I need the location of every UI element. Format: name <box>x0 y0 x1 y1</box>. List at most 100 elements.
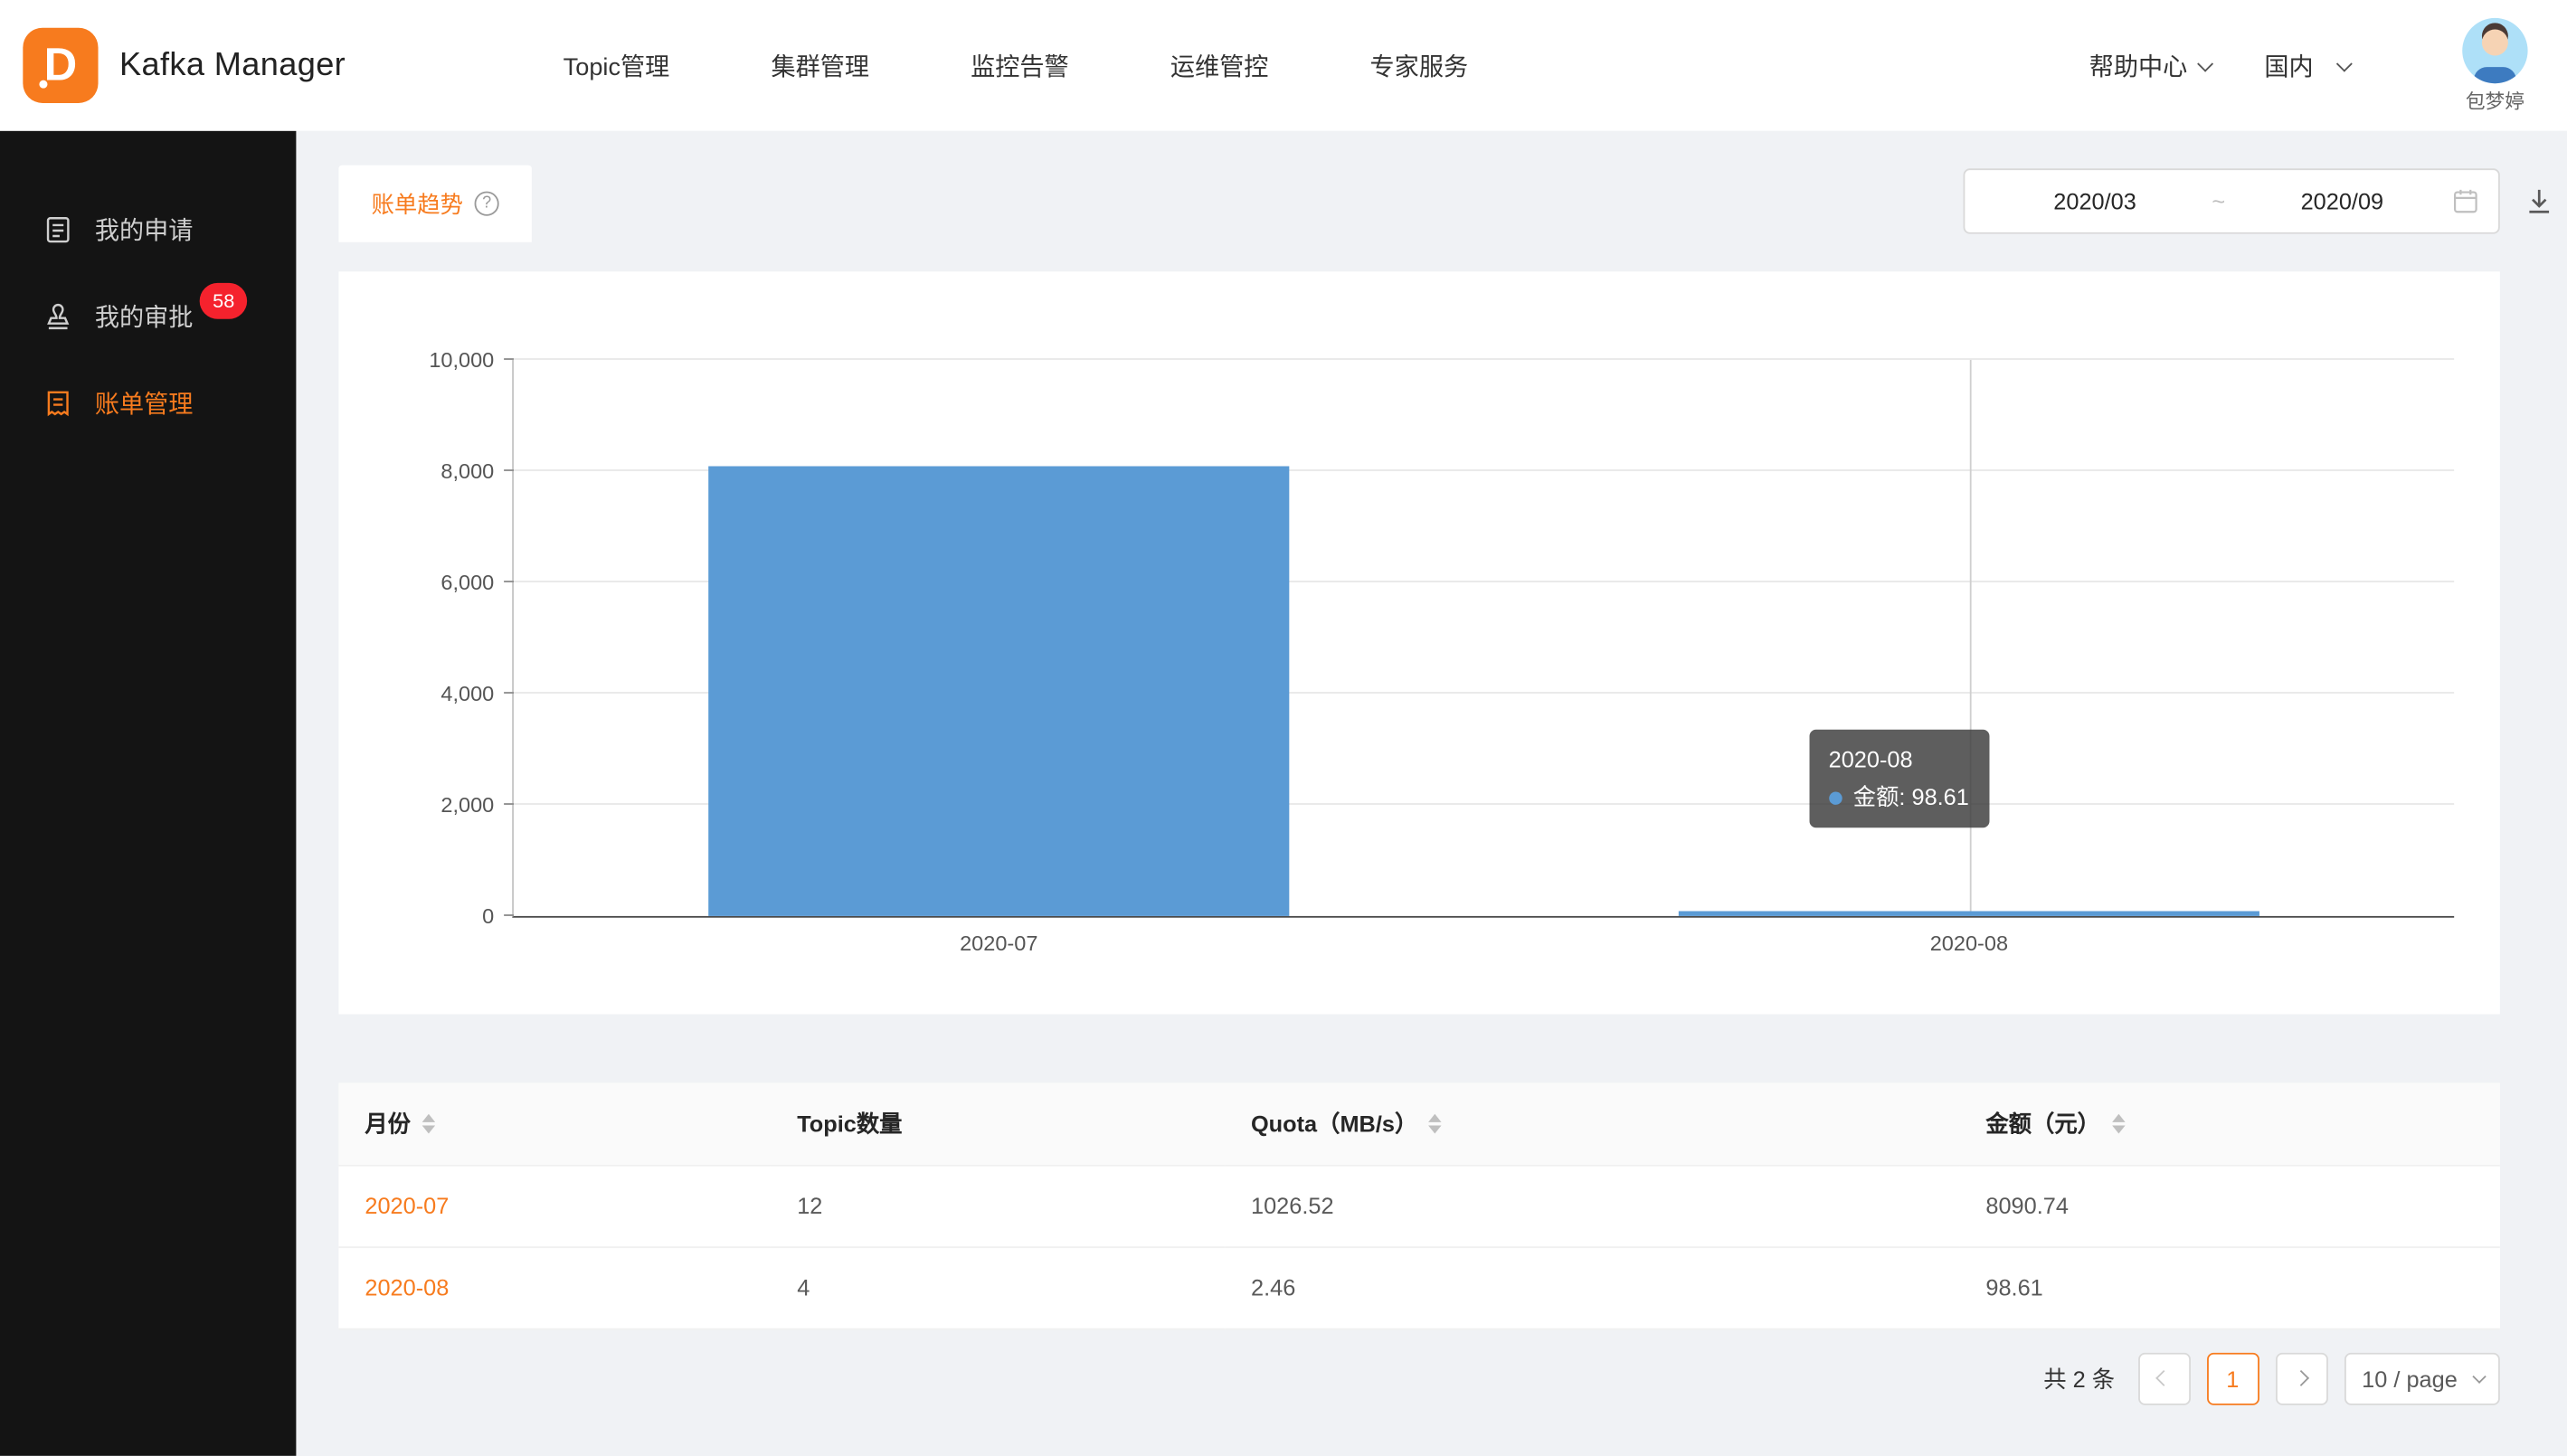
pagination: 共 2 条 1 10 / page <box>338 1352 2499 1404</box>
tab-billing-trend[interactable]: 账单趋势 ? <box>338 165 531 242</box>
pagination-next-button[interactable] <box>2275 1352 2327 1404</box>
y-axis-tick-mark <box>504 358 514 360</box>
topic-count-cell: 12 <box>771 1165 1225 1246</box>
document-icon <box>43 214 73 245</box>
y-axis-tick-mark <box>504 469 514 471</box>
main-content: 账单趋势 ? 2020/03 ~ 2020/09 <box>296 131 2567 1456</box>
tab-label: 账单趋势 <box>372 187 463 220</box>
sidebar-item-my-approvals[interactable]: 我的审批 58 <box>0 273 296 360</box>
sidebar: 我的申请 我的审批 58 账单管理 <box>0 131 296 1456</box>
chevron-right-icon <box>2293 1370 2309 1386</box>
brand-logo-icon: D <box>23 28 98 103</box>
column-header-topic-count: Topic数量 <box>771 1083 1225 1164</box>
chevron-down-icon <box>2336 55 2353 71</box>
page-size-select[interactable]: 10 / page <box>2344 1352 2500 1404</box>
month-link[interactable]: 2020-08 <box>338 1246 771 1328</box>
pagination-prev-button[interactable] <box>2137 1352 2190 1404</box>
stamp-icon <box>43 301 73 332</box>
chart-category-2020-07: 2020-07 <box>514 360 1484 916</box>
table-row: 2020-07 12 1026.52 8090.74 <box>338 1165 2499 1246</box>
brand[interactable]: D Kafka Manager <box>23 28 346 103</box>
billing-icon <box>43 388 73 419</box>
header-right: 帮助中心 国内 包梦婷 <box>2089 17 2528 114</box>
region-dropdown[interactable]: 国内 <box>2264 48 2347 82</box>
chevron-down-icon <box>2472 1369 2486 1383</box>
nav-item-expert[interactable]: 专家服务 <box>1370 48 1469 82</box>
main-nav: Topic管理 集群管理 监控告警 运维管控 专家服务 <box>564 48 1468 82</box>
bar-2020-07[interactable] <box>707 466 1290 916</box>
pagination-page-1-button[interactable]: 1 <box>2206 1352 2259 1404</box>
y-axis-tick-label: 8,000 <box>440 459 494 483</box>
pagination-total: 共 2 条 <box>2043 1362 2115 1395</box>
app-header: D Kafka Manager Topic管理 集群管理 监控告警 运维管控 专… <box>0 0 2567 131</box>
app-window: D Kafka Manager Topic管理 集群管理 监控告警 运维管控 专… <box>0 0 2567 1456</box>
sort-carets-icon[interactable] <box>1429 1113 1442 1133</box>
table-row: 2020-08 4 2.46 98.61 <box>338 1246 2499 1328</box>
sort-carets-icon[interactable] <box>422 1113 435 1133</box>
column-label: 金额（元） <box>1985 1107 2100 1139</box>
toolbar: 账单趋势 ? 2020/03 ~ 2020/09 <box>338 165 2499 242</box>
date-range-picker[interactable]: 2020/03 ~ 2020/09 <box>1964 168 2500 233</box>
quota-cell: 1026.52 <box>1225 1165 1959 1246</box>
y-axis-tick-mark <box>504 803 514 805</box>
billing-table: 月份 Topic数量 Quota（MB/s） 金额（元） <box>338 1083 2499 1328</box>
column-header-quota[interactable]: Quota（MB/s） <box>1225 1083 1959 1164</box>
chevron-down-icon <box>2197 55 2213 71</box>
topic-count-cell: 4 <box>771 1246 1225 1328</box>
y-axis-tick-mark <box>504 914 514 916</box>
question-circle-icon[interactable]: ? <box>475 192 499 216</box>
tooltip-value: 金额: 98.61 <box>1853 783 1969 809</box>
chart-plot: 0 2,000 4,000 6,000 8,000 10,000 <box>512 360 2454 918</box>
download-button[interactable] <box>2524 186 2554 216</box>
chart-category-2020-08: 2020-08 2020-08 金额: 98.61 <box>1484 360 2455 916</box>
chevron-left-icon <box>2155 1370 2172 1386</box>
sort-carets-icon[interactable] <box>2112 1113 2125 1133</box>
date-start[interactable]: 2020/03 <box>1984 188 2205 214</box>
calendar-icon[interactable] <box>2452 188 2478 214</box>
table-header-row: 月份 Topic数量 Quota（MB/s） 金额（元） <box>338 1083 2499 1164</box>
user-menu[interactable]: 包梦婷 <box>2462 17 2527 114</box>
chart-plot-area: 0 2,000 4,000 6,000 8,000 10,000 <box>512 360 2454 918</box>
tooltip-title: 2020-08 <box>1829 741 1969 779</box>
tooltip-value-line: 金额: 98.61 <box>1829 779 1969 817</box>
billing-trend-chart: 0 2,000 4,000 6,000 8,000 10,000 <box>338 271 2499 1014</box>
quota-cell: 2.46 <box>1225 1246 1959 1328</box>
y-axis-tick-label: 2,000 <box>440 792 494 817</box>
brand-title: Kafka Manager <box>119 47 346 85</box>
y-axis-tick-mark <box>504 581 514 582</box>
date-end[interactable]: 2020/09 <box>2231 188 2452 214</box>
y-axis-tick-label: 10,000 <box>429 347 494 372</box>
sidebar-item-label: 我的审批 <box>95 299 194 334</box>
help-center-label: 帮助中心 <box>2089 48 2188 82</box>
page-size-value: 10 / page <box>2362 1365 2458 1391</box>
region-label: 国内 <box>2264 48 2313 82</box>
column-label: Topic数量 <box>797 1107 902 1139</box>
column-header-month[interactable]: 月份 <box>338 1083 771 1164</box>
y-axis-tick-label: 4,000 <box>440 681 494 705</box>
date-separator: ~ <box>2205 188 2231 214</box>
y-axis-tick-label: 0 <box>482 903 494 928</box>
sidebar-item-label: 我的申请 <box>95 213 194 247</box>
amount-cell: 98.61 <box>1959 1246 2499 1328</box>
column-label: 月份 <box>365 1107 411 1139</box>
y-axis-tick-mark <box>504 692 514 694</box>
help-center-dropdown[interactable]: 帮助中心 <box>2089 48 2209 82</box>
month-link[interactable]: 2020-07 <box>338 1165 771 1246</box>
x-axis-label: 2020-07 <box>960 931 1037 955</box>
bar-2020-08[interactable] <box>1678 911 2260 916</box>
amount-cell: 8090.74 <box>1959 1165 2499 1246</box>
nav-item-monitor[interactable]: 监控告警 <box>971 48 1069 82</box>
chart-tooltip: 2020-08 金额: 98.61 <box>1809 730 1989 828</box>
chart-categories: 2020-07 2020-08 2020-08 金额: 98.61 <box>514 360 2454 916</box>
nav-item-cluster[interactable]: 集群管理 <box>771 48 869 82</box>
approvals-count-badge: 58 <box>200 283 248 319</box>
series-dot-icon <box>1829 791 1842 804</box>
sidebar-item-my-applications[interactable]: 我的申请 <box>0 186 296 273</box>
user-name: 包梦婷 <box>2466 86 2524 114</box>
avatar <box>2462 17 2527 82</box>
nav-item-topic[interactable]: Topic管理 <box>564 48 670 82</box>
sidebar-item-billing[interactable]: 账单管理 <box>0 360 296 447</box>
column-header-amount[interactable]: 金额（元） <box>1959 1083 2499 1164</box>
nav-item-ops[interactable]: 运维管控 <box>1170 48 1269 82</box>
download-icon <box>2524 186 2554 216</box>
